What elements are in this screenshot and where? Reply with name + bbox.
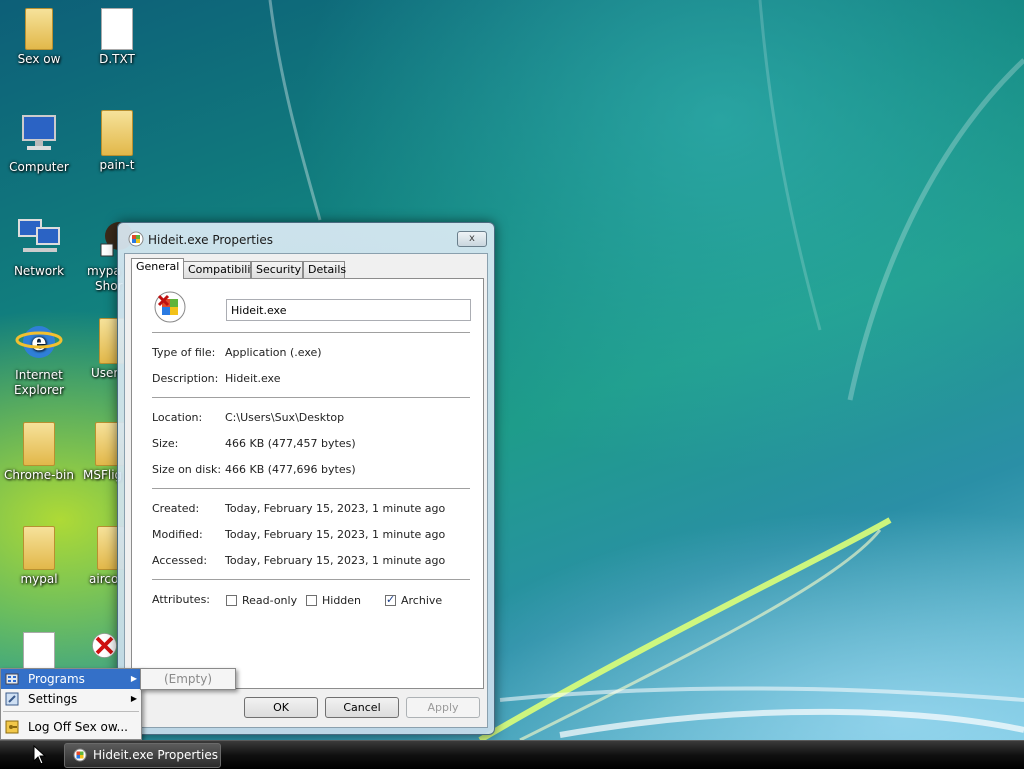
text-file-icon	[23, 632, 55, 670]
tab-label: Details	[308, 263, 347, 276]
submenu-empty-label: (Empty)	[163, 672, 213, 686]
desktop-icon-computer[interactable]: Computer	[1, 110, 77, 175]
properties-dialog: Hideit.exe Properties x General Compatib…	[117, 222, 495, 735]
desktop-icon-label: mypa	[87, 264, 121, 278]
desktop-icon-label: D.TXT	[99, 52, 135, 66]
archive-label: Archive	[401, 594, 443, 607]
general-tab-panel: Type of file: Application (.exe) Descrip…	[131, 278, 484, 689]
window-title: Hideit.exe Properties	[148, 233, 273, 247]
taskbar: Hideit.exe Properties	[0, 740, 1024, 769]
taskbar-button-properties[interactable]: Hideit.exe Properties	[64, 743, 221, 768]
desktop-icon-label: Chrome-bin	[4, 468, 74, 482]
created-label: Created:	[152, 502, 200, 515]
folder-icon	[23, 526, 55, 570]
archive-checkbox[interactable]	[385, 593, 396, 606]
tab-label: General	[136, 260, 180, 273]
close-button[interactable]: x	[457, 231, 487, 247]
desktop-icon-label: airco	[89, 572, 119, 586]
location-value: C:\Users\Sux\Desktop	[225, 411, 345, 424]
separator	[152, 332, 470, 333]
type-value: Application (.exe)	[225, 346, 322, 359]
desktop-icon-label: User	[91, 366, 119, 380]
cancel-button[interactable]: Cancel	[325, 697, 399, 718]
tab-details[interactable]: Details	[303, 261, 347, 278]
desktop-icon-label: Internet	[15, 368, 63, 382]
desktop-icon-text-file[interactable]	[1, 632, 77, 672]
chevron-right-icon: ▶	[130, 694, 137, 703]
executable-icon	[154, 291, 186, 323]
desktop-icon-chrome-bin[interactable]: Chrome-bin	[1, 422, 77, 483]
desktop-icon-d-txt[interactable]: D.TXT	[79, 8, 155, 67]
type-label: Type of file:	[152, 346, 216, 359]
hidden-label: Hidden	[322, 594, 362, 607]
folder-icon	[23, 422, 55, 466]
hidden-checkbox[interactable]	[306, 595, 317, 606]
start-menu-item-settings[interactable]: Settings ▶	[1, 689, 141, 709]
desktop-icon-mypal[interactable]: mypal	[1, 526, 77, 587]
svg-text:e: e	[31, 327, 46, 356]
desktop-icon-network[interactable]: Network	[1, 214, 77, 279]
folder-icon	[101, 110, 133, 156]
app-icon	[73, 748, 87, 762]
description-label: Description:	[152, 372, 219, 385]
description-value: Hideit.exe	[225, 372, 281, 385]
internet-explorer-icon: e	[15, 326, 63, 358]
log-off-icon	[5, 720, 19, 734]
title-bar[interactable]: Hideit.exe Properties x	[118, 223, 494, 255]
desktop-icon-internet-explorer[interactable]: e Internet Explorer	[1, 318, 77, 398]
desktop-icon-pain-t[interactable]: pain-t	[79, 110, 155, 173]
separator	[152, 579, 470, 580]
tab-compatibility[interactable]: Compatibility	[183, 261, 261, 278]
apply-button[interactable]: Apply	[406, 697, 480, 718]
accessed-label: Accessed:	[152, 554, 208, 567]
folder-icon	[25, 8, 53, 50]
text-file-icon	[101, 8, 133, 50]
desktop-icon-label-line2: Explorer	[14, 383, 64, 397]
separator	[3, 711, 139, 712]
network-icon	[18, 219, 60, 252]
programs-submenu: (Empty)	[140, 668, 236, 690]
dialog-client: General Compatibility Security Details T…	[124, 253, 488, 728]
size-value: 466 KB (477,457 bytes)	[225, 437, 356, 450]
desktop-icon-label: pain-t	[99, 158, 135, 172]
desktop-icon-label: Sex ow	[17, 52, 61, 66]
size-on-disk-value: 466 KB (477,696 bytes)	[225, 463, 356, 476]
menu-item-label: Programs	[28, 672, 85, 686]
start-menu: Programs ▶ Settings ▶ Log Off Sex ow...	[0, 668, 142, 740]
ok-button[interactable]: OK	[244, 697, 318, 718]
tab-label: Security	[256, 263, 302, 276]
close-icon: x	[469, 233, 475, 244]
separator	[152, 397, 470, 398]
file-name-input[interactable]	[226, 299, 471, 321]
created-value: Today, February 15, 2023, 1 minute ago	[225, 502, 446, 515]
desktop-icon-label: Network	[13, 264, 65, 278]
taskbar-button-label: Hideit.exe Properties	[93, 748, 218, 762]
computer-icon	[22, 115, 56, 150]
tab-general[interactable]: General	[131, 258, 184, 279]
start-menu-item-log-off[interactable]: Log Off Sex ow...	[1, 717, 141, 737]
location-label: Location:	[152, 411, 203, 424]
desktop-icon-sex-ow[interactable]: Sex ow	[1, 8, 77, 67]
size-on-disk-label: Size on disk:	[152, 463, 222, 476]
separator	[152, 488, 470, 489]
size-label: Size:	[152, 437, 179, 450]
desktop-icon-label: mypal	[20, 572, 58, 586]
attributes-label: Attributes:	[152, 593, 211, 606]
mouse-cursor-icon	[33, 745, 47, 765]
programs-icon	[5, 673, 19, 685]
app-icon	[128, 231, 144, 247]
desktop-icon-label: Computer	[9, 160, 69, 174]
start-menu-item-programs[interactable]: Programs ▶	[1, 669, 141, 689]
settings-icon	[5, 692, 19, 706]
accessed-value: Today, February 15, 2023, 1 minute ago	[225, 554, 446, 567]
modified-value: Today, February 15, 2023, 1 minute ago	[225, 528, 446, 541]
read-only-checkbox[interactable]	[226, 595, 237, 606]
menu-item-label: Log Off Sex ow...	[28, 720, 128, 734]
read-only-label: Read-only	[242, 594, 298, 607]
menu-item-label: Settings	[28, 692, 78, 706]
modified-label: Modified:	[152, 528, 203, 541]
tab-security[interactable]: Security	[251, 261, 303, 278]
chevron-right-icon: ▶	[130, 674, 137, 683]
